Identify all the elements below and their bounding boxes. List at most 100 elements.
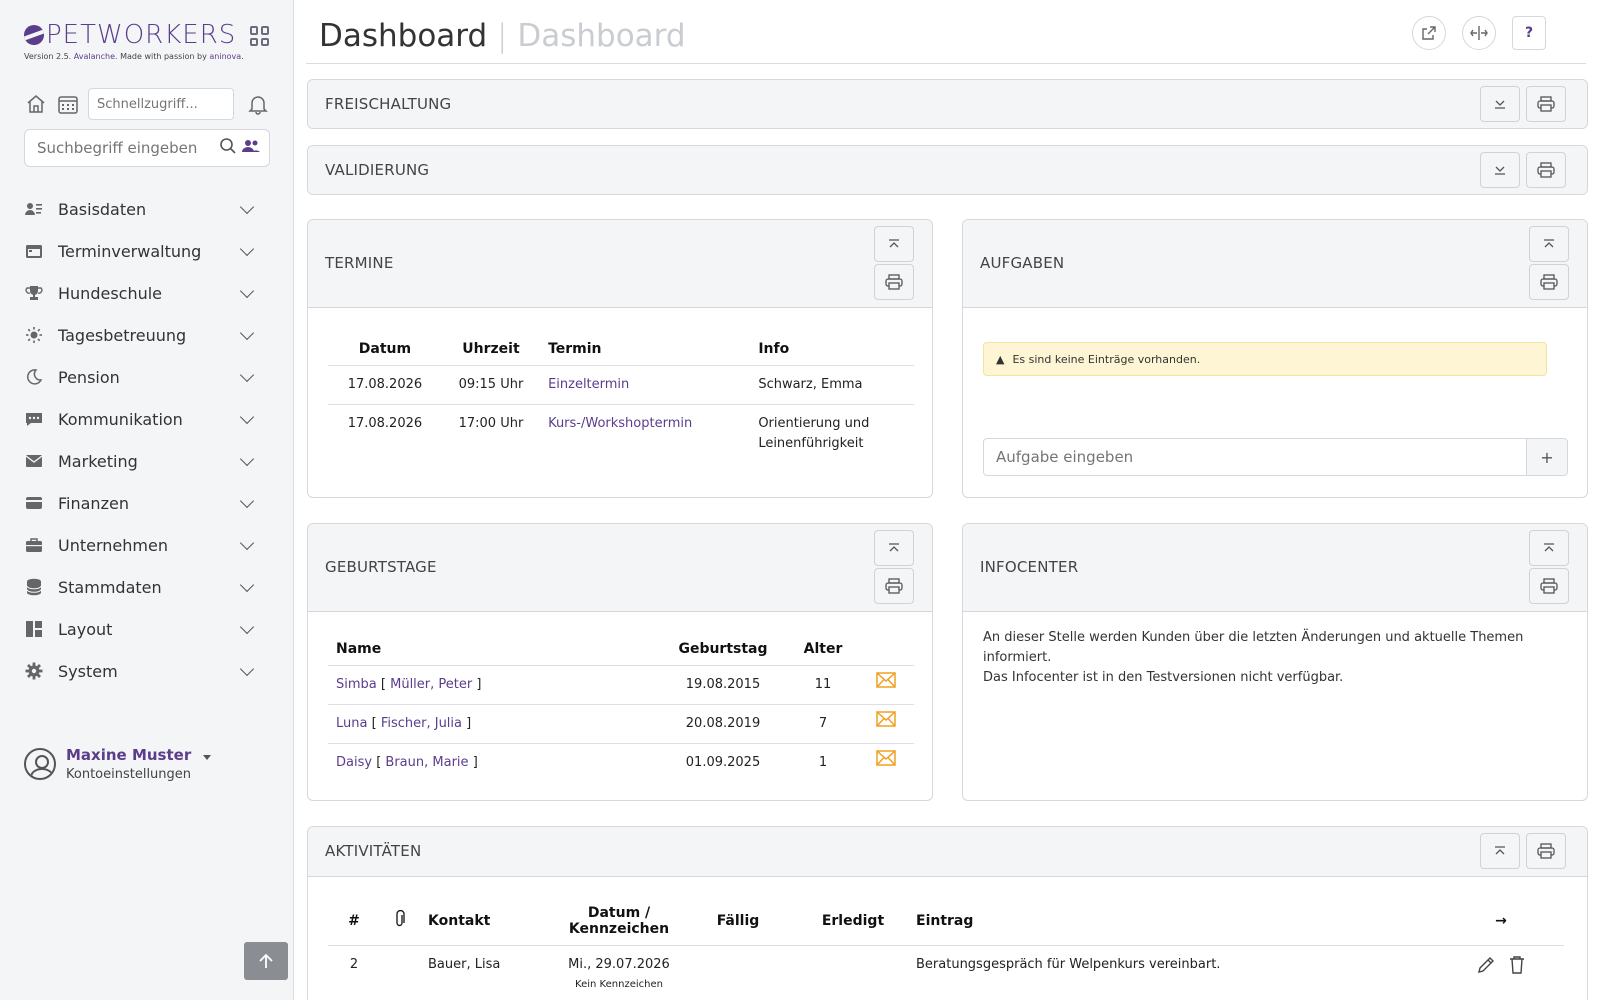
open-external-button[interactable]: [1412, 16, 1446, 50]
nav-item-system[interactable]: System: [24, 650, 255, 692]
user-name: Maxine Muster: [66, 746, 192, 764]
account-settings-link[interactable]: Kontoeinstellungen: [66, 767, 191, 782]
panel-title-aufgaben: AUFGABEN: [980, 254, 1065, 272]
logo[interactable]: PETWORKERS: [24, 20, 236, 50]
pet-link[interactable]: Simba: [336, 677, 377, 692]
nav-item-stammdaten[interactable]: Stammdaten: [24, 566, 255, 608]
panel-title-aktivitaeten: AKTIVITÄTEN: [325, 842, 422, 860]
chevron-down-icon[interactable]: [239, 199, 255, 215]
caret-down-icon[interactable]: [203, 754, 212, 760]
nav-item-label: Stammdaten: [58, 577, 162, 597]
owner-link[interactable]: Müller, Peter: [390, 677, 472, 692]
empty-alert: ▲ Es sind keine Einträge vorhanden.: [983, 342, 1547, 376]
pencil-icon[interactable]: [1476, 955, 1496, 982]
nav-item-unternehmen[interactable]: Unternehmen: [24, 524, 255, 566]
search-input[interactable]: [37, 139, 215, 157]
termine-table: Datum Uhrzeit Termin Info 17.08.2026 09:1…: [328, 333, 914, 463]
expand-width-button[interactable]: [1462, 16, 1496, 50]
chevron-down-icon[interactable]: [239, 535, 255, 551]
quick-access-row: [24, 88, 278, 120]
nav-item-label: Basisdaten: [58, 199, 147, 219]
chevron-down-icon[interactable]: [239, 451, 255, 467]
owner-link[interactable]: Braun, Marie: [385, 755, 468, 770]
expand-button[interactable]: [1480, 86, 1520, 122]
brand-name: PETWORKERS: [46, 20, 237, 50]
scroll-to-top-button[interactable]: [244, 942, 288, 980]
chevron-down-icon[interactable]: [239, 283, 255, 299]
chevron-down-icon[interactable]: [239, 409, 255, 425]
collapse-button[interactable]: [1480, 833, 1520, 869]
arrow-right-icon[interactable]: →: [1438, 897, 1564, 946]
nav-item-marketing[interactable]: Marketing: [24, 440, 255, 482]
chevron-down-icon[interactable]: [239, 367, 255, 383]
add-task-button[interactable]: +: [1526, 438, 1568, 476]
panel-aktivitaeten: AKTIVITÄTEN # Kontakt Datum / Kennzeiche…: [307, 826, 1588, 1000]
topbar: Dashboard | Dashboard ?: [306, 16, 1586, 64]
table-row: Daisy [ Braun, Marie ] 01.09.2025 1: [328, 743, 914, 782]
panel-termine: TERMINE Datum Uhrzeit Termin Info 17.08.…: [307, 219, 933, 498]
nav-item-label: Hundeschule: [58, 283, 163, 303]
help-button[interactable]: ?: [1512, 16, 1546, 50]
print-icon[interactable]: [1526, 86, 1566, 122]
expand-button[interactable]: [1480, 152, 1520, 188]
nav-item-label: Terminverwaltung: [58, 241, 202, 261]
version-info: Version 2.5. Avalanche. Made with passio…: [24, 52, 244, 61]
chevron-down-icon[interactable]: [239, 661, 255, 677]
nav-item-finanzen[interactable]: Finanzen: [24, 482, 255, 524]
nav-item-label: Tagesbetreuung: [58, 325, 187, 345]
nav-item-kommunikation[interactable]: Kommunikation: [24, 398, 255, 440]
nav-item-tagesbetreuung[interactable]: Tagesbetreuung: [24, 314, 255, 356]
quick-access-input[interactable]: [88, 88, 234, 120]
paperclip-icon: [380, 897, 420, 946]
chevron-down-icon[interactable]: [239, 493, 255, 509]
calendar-icon[interactable]: [56, 92, 80, 116]
chevron-down-icon[interactable]: [239, 241, 255, 257]
print-icon[interactable]: [1526, 833, 1566, 869]
panel-freischaltung: FREISCHALTUNG: [307, 79, 1588, 129]
trophy-icon: [24, 284, 44, 302]
nav-item-hundeschule[interactable]: Hundeschule: [24, 272, 255, 314]
mail-icon[interactable]: [858, 743, 914, 782]
print-icon[interactable]: [1529, 264, 1569, 300]
nav-item-pension[interactable]: Pension: [24, 356, 255, 398]
app-grid-icon[interactable]: [250, 26, 270, 46]
search-box: [24, 129, 270, 167]
pet-link[interactable]: Daisy: [336, 755, 372, 770]
person-list-icon: [24, 200, 44, 218]
chevron-down-icon[interactable]: [239, 577, 255, 593]
print-icon[interactable]: [1529, 568, 1569, 604]
database-icon: [24, 578, 44, 596]
moon-icon: [24, 368, 44, 386]
table-row: 17.08.2026 17:00 Uhr Kurs-/Workshoptermin O…: [328, 404, 914, 463]
trash-icon[interactable]: [1508, 955, 1526, 982]
panel-title-freischaltung: FREISCHALTUNG: [325, 95, 452, 113]
home-icon[interactable]: [24, 92, 48, 116]
mail-icon[interactable]: [858, 665, 914, 705]
chevron-down-icon[interactable]: [239, 619, 255, 635]
panel-title-infocenter: INFOCENTER: [980, 558, 1079, 576]
mail-icon[interactable]: [858, 704, 914, 744]
chevron-down-icon[interactable]: [239, 325, 255, 341]
nav-item-basisdaten[interactable]: Basisdaten: [24, 188, 255, 230]
print-icon[interactable]: [874, 568, 914, 604]
print-icon[interactable]: [874, 264, 914, 300]
termin-link[interactable]: Einzeltermin: [548, 377, 629, 392]
bell-icon[interactable]: [246, 92, 270, 116]
panel-title-geburtstage: GEBURTSTAGE: [325, 558, 437, 576]
owner-link[interactable]: Fischer, Julia: [381, 716, 462, 731]
termin-link[interactable]: Kurs-/Workshoptermin: [548, 416, 692, 431]
panel-geburtstage: GEBURTSTAGE Name Geburtstag Alter Simba …: [307, 523, 933, 801]
task-input[interactable]: [983, 438, 1527, 476]
nav-item-terminverwaltung[interactable]: Terminverwaltung: [24, 230, 255, 272]
collapse-button[interactable]: [1529, 530, 1569, 566]
table-row: 2 Bauer, Lisa Mi., 29.07.2026 Kein Kennzeic…: [328, 945, 1564, 1000]
collapse-button[interactable]: [874, 226, 914, 262]
print-icon[interactable]: [1526, 152, 1566, 188]
collapse-button[interactable]: [874, 530, 914, 566]
collapse-button[interactable]: [1529, 226, 1569, 262]
pet-link[interactable]: Luna: [336, 716, 367, 731]
user-menu[interactable]: Maxine Muster Kontoeinstellungen: [24, 746, 212, 782]
nav-item-layout[interactable]: Layout: [24, 608, 255, 650]
search-icon[interactable]: [219, 137, 237, 159]
people-icon[interactable]: [241, 138, 261, 158]
